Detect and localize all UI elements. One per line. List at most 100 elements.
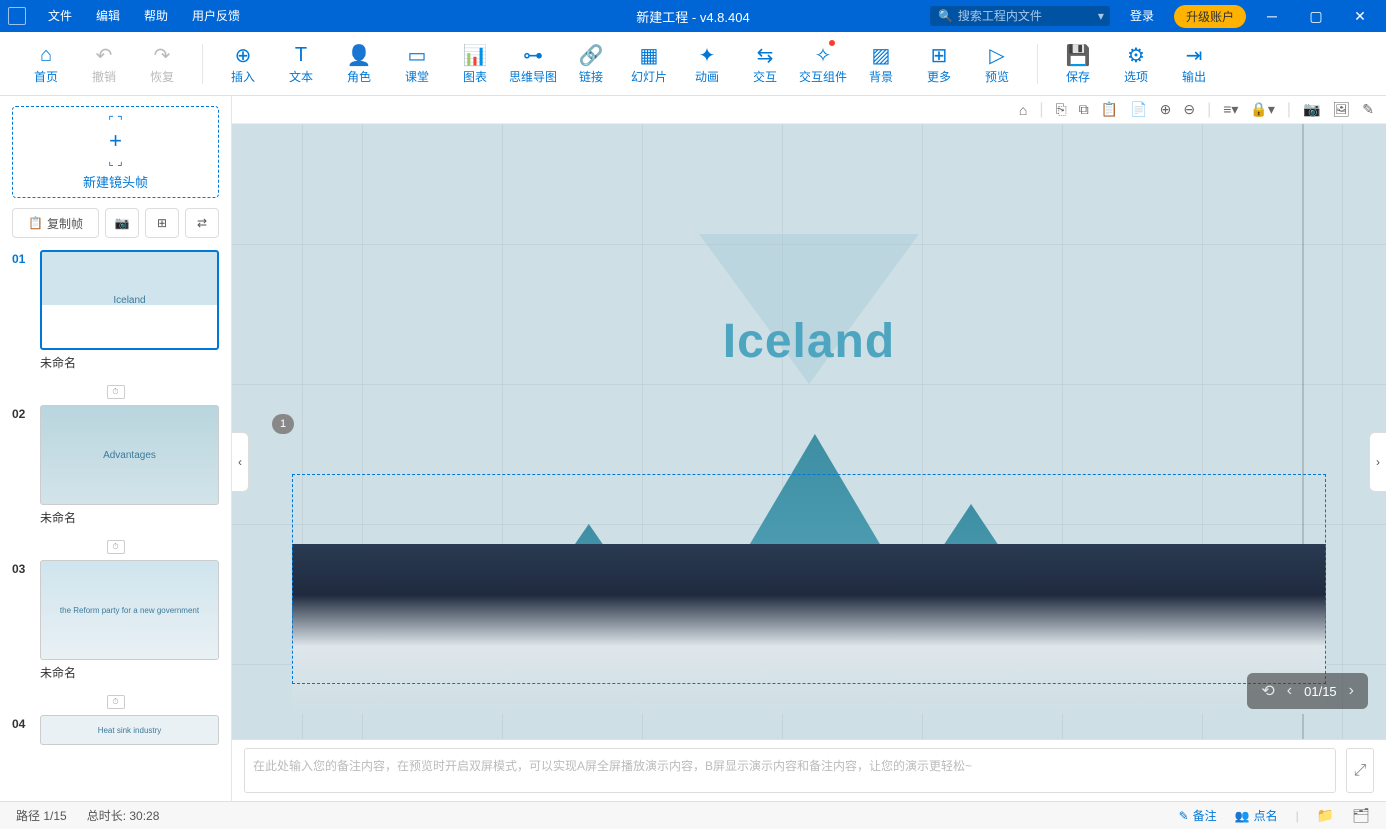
undo-button[interactable]: ↶撤销 (76, 35, 132, 93)
save-button[interactable]: 💾保存 (1050, 35, 1106, 93)
home-icon[interactable]: ⌂ (1019, 102, 1027, 118)
status-bar: 路径 1/15 总时长: 30:28 ✎ 备注 👥 点名 | 📁 🗂 (0, 801, 1386, 829)
anim-button[interactable]: ✦动画 (679, 35, 735, 93)
slide-thumb-01[interactable]: 01 Iceland 未命名 (12, 250, 219, 371)
nav-prev-button[interactable]: ‹ (1287, 682, 1292, 700)
menu-edit[interactable]: 编辑 (84, 0, 132, 32)
canvas-tools: ⌂ | ⎘ ⧉ 📋 📄 ⊕ ⊖ | ≡▾ 🔒▾ | 📷 🖼 ✎ (232, 96, 1386, 124)
text-button[interactable]: T文本 (273, 35, 329, 93)
interact-icon: ⇆ (757, 42, 774, 68)
person-icon: 👤 (347, 42, 372, 68)
chevron-down-icon[interactable]: ▾ (1098, 9, 1104, 23)
camera-icon[interactable]: 📷 (1303, 101, 1320, 118)
copy-icon[interactable]: ⎘ (1056, 101, 1067, 118)
sliders-icon: ⚙ (1127, 42, 1145, 68)
camera-button[interactable]: 📷 (105, 208, 139, 238)
new-frame-button[interactable]: ⌜ ⌝ + ⌞ ⌟ 新建镜头帧 (12, 106, 219, 198)
timer-chip[interactable]: ⏱ (107, 540, 125, 554)
qr-button[interactable]: ⊞ (145, 208, 179, 238)
bg-icon: ▨ (872, 42, 891, 68)
main-toolbar: ⌂首页 ↶撤销 ↷恢复 ⊕插入 T文本 👤角色 ▭课堂 📊图表 ⊶思维导图 🔗链… (0, 32, 1386, 96)
text-icon: T (295, 42, 307, 68)
class-icon: ▭ (408, 42, 427, 68)
components-button[interactable]: ✧交互组件 (795, 35, 851, 93)
right-collapse-tab[interactable]: › (1369, 432, 1386, 492)
left-collapse-tab[interactable]: ‹ (232, 432, 249, 492)
notes-toggle[interactable]: ✎ 备注 (1179, 807, 1217, 824)
window-title: 新建工程 - v4.8.404 (636, 7, 749, 26)
undo-icon: ↶ (96, 42, 113, 68)
insert-button[interactable]: ⊕插入 (215, 35, 271, 93)
play-icon: ▷ (989, 42, 1004, 68)
slide-thumb-04[interactable]: 04 Heat sink industry (12, 715, 219, 745)
copy-frame-button[interactable]: 📋 复制帧 (12, 208, 99, 238)
upgrade-button[interactable]: 升级账户 (1174, 5, 1246, 28)
canvas[interactable]: Iceland 1 ‹ › ⟲ ‹ 01/15 › (232, 124, 1386, 739)
search-box[interactable]: 🔍 ▾ (930, 6, 1110, 26)
output-button[interactable]: ⇥输出 (1166, 35, 1222, 93)
slide-button[interactable]: ▦幻灯片 (621, 35, 677, 93)
close-button[interactable]: ✕ (1342, 8, 1378, 25)
rollcall-button[interactable]: 👥 点名 (1235, 807, 1278, 824)
duration-indicator: 总时长: 30:28 (87, 807, 160, 824)
class-button[interactable]: ▭课堂 (389, 35, 445, 93)
role-button[interactable]: 👤角色 (331, 35, 387, 93)
lock-icon[interactable]: 🔒▾ (1250, 101, 1274, 118)
clipboard-icon[interactable]: 📄 (1130, 101, 1147, 118)
frame-number-badge[interactable]: 1 (272, 414, 294, 434)
preview-button[interactable]: ▷预览 (969, 35, 1025, 93)
dark-band-graphic[interactable] (292, 544, 1326, 714)
slide-thumb-03[interactable]: 03 the Reform party for a new government… (12, 560, 219, 681)
maximize-button[interactable]: ▢ (1298, 8, 1334, 25)
menu-help[interactable]: 帮助 (132, 0, 180, 32)
minimize-button[interactable]: ─ (1254, 8, 1290, 24)
zoom-out-icon[interactable]: ⊖ (1183, 101, 1195, 118)
expand-notes-button[interactable]: ⤢ (1346, 748, 1374, 793)
home-button[interactable]: ⌂首页 (18, 35, 74, 93)
export-icon: ⇥ (1186, 42, 1203, 68)
bg-button[interactable]: ▨背景 (853, 35, 909, 93)
nav-next-button[interactable]: › (1349, 682, 1354, 700)
interact-button[interactable]: ⇆交互 (737, 35, 793, 93)
components-icon: ✧ (815, 42, 832, 68)
frame-nav: ⟲ ‹ 01/15 › (1247, 673, 1368, 709)
menu-feedback[interactable]: 用户反馈 (180, 0, 252, 32)
anim-icon: ✦ (699, 42, 716, 68)
align-icon[interactable]: ≡▾ (1223, 101, 1238, 118)
chart-button[interactable]: 📊图表 (447, 35, 503, 93)
folder2-icon[interactable]: 🗂 (1352, 807, 1370, 824)
link-button[interactable]: 🔗链接 (563, 35, 619, 93)
menu-file[interactable]: 文件 (36, 0, 84, 32)
more-button[interactable]: ⊞更多 (911, 35, 967, 93)
title-bar: 文件 编辑 帮助 用户反馈 新建工程 - v4.8.404 🔍 ▾ 登录 升级账… (0, 0, 1386, 32)
canvas-area: ⌂ | ⎘ ⧉ 📋 📄 ⊕ ⊖ | ≡▾ 🔒▾ | 📷 🖼 ✎ (232, 96, 1386, 801)
mindmap-button[interactable]: ⊶思维导图 (505, 35, 561, 93)
notes-panel: ⤢ (232, 739, 1386, 801)
chart-icon: 📊 (463, 42, 488, 68)
redo-icon: ↷ (154, 42, 171, 68)
timer-chip[interactable]: ⏱ (107, 695, 125, 709)
settings-button[interactable]: ⇄ (185, 208, 219, 238)
duplicate-icon[interactable]: ⧉ (1079, 101, 1089, 118)
image-icon[interactable]: 🖼 (1332, 101, 1350, 118)
redo-button[interactable]: ↷恢复 (134, 35, 190, 93)
paste-icon[interactable]: 📋 (1101, 101, 1118, 118)
timer-chip[interactable]: ⏱ (107, 385, 125, 399)
slide-icon: ▦ (640, 42, 659, 68)
nav-counter: 01/15 (1304, 684, 1337, 699)
nav-back-button[interactable]: ⟲ (1261, 681, 1274, 701)
home-icon: ⌂ (40, 42, 52, 68)
zoom-in-icon[interactable]: ⊕ (1160, 101, 1172, 118)
edit-icon[interactable]: ✎ (1362, 101, 1374, 118)
slide-thumb-02[interactable]: 02 Advantages 未命名 (12, 405, 219, 526)
mindmap-icon: ⊶ (523, 42, 543, 68)
canvas-title[interactable]: Iceland (723, 314, 895, 369)
save-icon: 💾 (1066, 42, 1091, 68)
grid-icon: ⊞ (931, 42, 948, 68)
notes-textarea[interactable] (244, 748, 1336, 793)
path-indicator: 路径 1/15 (16, 807, 67, 824)
search-input[interactable] (958, 9, 1098, 23)
options-button[interactable]: ⚙选项 (1108, 35, 1164, 93)
folder-icon[interactable]: 📁 (1317, 807, 1334, 824)
login-link[interactable]: 登录 (1118, 0, 1166, 32)
